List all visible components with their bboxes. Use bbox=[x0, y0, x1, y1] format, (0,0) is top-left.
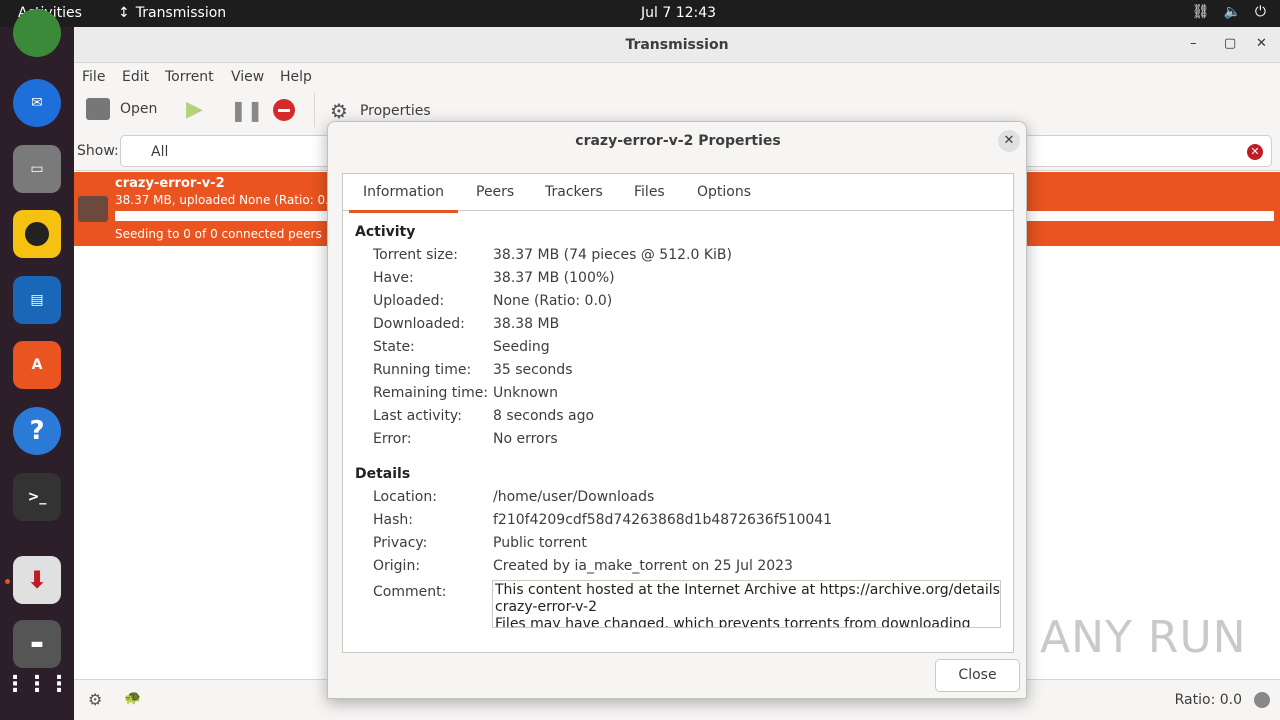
comment-label: Comment: bbox=[373, 584, 447, 600]
dock: ✉ ▭ ▤ A ? >_ ⬇ ▬ ⋮⋮⋮ bbox=[0, 9, 74, 720]
open-label: Open bbox=[120, 101, 158, 117]
origin-label: Origin: bbox=[373, 558, 421, 574]
volume-icon: 🔈 bbox=[1223, 4, 1241, 20]
remove-icon[interactable] bbox=[273, 99, 295, 121]
ratio-icon[interactable] bbox=[1254, 692, 1270, 708]
properties-notebook: Information Peers Trackers Files Options… bbox=[342, 173, 1014, 653]
details-header: Details bbox=[355, 466, 411, 482]
properties-dialog: crazy-error-v-2 Properties ✕ Information… bbox=[327, 121, 1027, 699]
menu-help[interactable]: Help bbox=[280, 69, 312, 85]
menu-bar: File Edit Torrent View Help bbox=[74, 63, 1280, 91]
help-icon[interactable]: ? bbox=[13, 407, 61, 455]
location-label: Location: bbox=[373, 489, 437, 505]
menu-file[interactable]: File bbox=[82, 69, 105, 85]
minimize-button[interactable]: – bbox=[1190, 36, 1197, 51]
downloaded-label: Downloaded: bbox=[373, 316, 465, 332]
window-title: Transmission bbox=[625, 37, 729, 53]
properties-button[interactable]: ⚙ Properties bbox=[330, 99, 431, 123]
error-value: No errors bbox=[493, 431, 558, 447]
torrent-status: Seeding to 0 of 0 connected peers bbox=[115, 227, 322, 241]
uploaded-label: Uploaded: bbox=[373, 293, 445, 309]
privacy-value: Public torrent bbox=[493, 535, 587, 551]
tab-trackers[interactable]: Trackers bbox=[545, 184, 603, 200]
dialog-title: crazy-error-v-2 Properties bbox=[575, 133, 781, 149]
network-icon: ⛓ bbox=[1191, 4, 1210, 20]
transmission-app-icon: ↕ bbox=[118, 5, 130, 21]
torrent-size-value: 38.37 MB (74 pieces @ 512.0 KiB) bbox=[493, 247, 732, 263]
hash-value: f210f4209cdf58d74263868d1b4872636f510041 bbox=[493, 512, 833, 528]
app-menu-label: Transmission bbox=[135, 5, 227, 21]
comment-line: crazy-error-v-2 bbox=[495, 599, 598, 615]
pause-icon[interactable]: ❚❚ bbox=[230, 98, 264, 122]
open-icon bbox=[86, 98, 110, 120]
tab-files[interactable]: Files bbox=[634, 184, 665, 200]
close-window-button[interactable]: ✕ bbox=[1256, 36, 1267, 51]
remaining-time-value: Unknown bbox=[493, 385, 558, 401]
hash-label: Hash: bbox=[373, 512, 413, 528]
window-titlebar[interactable]: Transmission – ▢ ✕ bbox=[74, 27, 1280, 63]
search-input[interactable]: ✕ bbox=[1024, 135, 1272, 167]
watermark-logo: ANY RUN bbox=[1040, 612, 1247, 663]
error-label: Error: bbox=[373, 431, 412, 447]
app-menu[interactable]: ↕ Transmission bbox=[118, 5, 226, 21]
comment-line: This content hosted at the Internet Arch… bbox=[495, 582, 1001, 598]
torrent-name: crazy-error-v-2 bbox=[115, 176, 225, 191]
tab-options[interactable]: Options bbox=[697, 184, 751, 200]
tab-bar: Information Peers Trackers Files Options bbox=[343, 174, 1013, 213]
close-button[interactable]: Close bbox=[935, 659, 1020, 692]
downloaded-value: 38.38 MB bbox=[493, 316, 560, 332]
top-bar: Activities ↕ Transmission Jul 7 12:43 ⛓ … bbox=[0, 0, 1280, 27]
running-time-value: 35 seconds bbox=[493, 362, 573, 378]
ratio-label[interactable]: Ratio: 0.0 bbox=[1175, 692, 1242, 708]
activity-header: Activity bbox=[355, 224, 416, 240]
torrent-info: 38.37 MB, uploaded None (Ratio: 0.0) bbox=[115, 193, 342, 207]
terminal-icon[interactable]: >_ bbox=[13, 473, 61, 521]
running-time-label: Running time: bbox=[373, 362, 472, 378]
start-icon[interactable]: ▶ bbox=[186, 97, 203, 122]
gear-icon: ⚙ bbox=[330, 99, 348, 123]
comment-line: Files may have changed, which prevents t… bbox=[495, 616, 971, 628]
folder-icon bbox=[78, 196, 108, 222]
writer-icon[interactable]: ▤ bbox=[13, 276, 61, 324]
chrome-icon[interactable] bbox=[13, 9, 61, 57]
dialog-close-icon[interactable]: ✕ bbox=[998, 130, 1020, 152]
state-value: Seeding bbox=[493, 339, 550, 355]
active-indicator bbox=[5, 579, 10, 584]
have-label: Have: bbox=[373, 270, 414, 286]
have-value: 38.37 MB (100%) bbox=[493, 270, 615, 286]
remaining-time-label: Remaining time: bbox=[373, 385, 489, 401]
turtle-icon[interactable]: 🐢 bbox=[124, 690, 141, 706]
menu-view[interactable]: View bbox=[231, 69, 264, 85]
transmission-icon[interactable]: ⬇ bbox=[13, 556, 61, 604]
show-label: Show: bbox=[77, 143, 119, 159]
files-icon[interactable]: ▭ bbox=[13, 145, 61, 193]
clear-icon[interactable]: ✕ bbox=[1247, 144, 1263, 160]
preferences-icon[interactable]: ⚙ bbox=[88, 690, 102, 709]
app-grid-icon[interactable]: ⋮⋮⋮ bbox=[4, 660, 70, 708]
power-icon: ⏻ bbox=[1254, 4, 1266, 20]
filter-combo[interactable]: All bbox=[120, 135, 340, 167]
origin-value: Created by ia_make_torrent on 25 Jul 202… bbox=[493, 558, 793, 574]
properties-label: Properties bbox=[359, 103, 431, 119]
open-button[interactable]: Open bbox=[86, 98, 157, 120]
maximize-button[interactable]: ▢ bbox=[1224, 36, 1236, 51]
location-value: /home/user/Downloads bbox=[493, 489, 655, 505]
menu-edit[interactable]: Edit bbox=[122, 69, 149, 85]
thunderbird-icon[interactable]: ✉ bbox=[13, 79, 61, 127]
tab-information[interactable]: Information bbox=[348, 184, 459, 213]
toolbar-separator bbox=[314, 93, 315, 127]
uploaded-value: None (Ratio: 0.0) bbox=[493, 293, 613, 309]
privacy-label: Privacy: bbox=[373, 535, 428, 551]
clock[interactable]: Jul 7 12:43 bbox=[641, 5, 716, 21]
last-activity-value: 8 seconds ago bbox=[493, 408, 595, 424]
software-icon[interactable]: A bbox=[13, 341, 61, 389]
comment-text-area[interactable]: This content hosted at the Internet Arch… bbox=[492, 580, 1001, 628]
last-activity-label: Last activity: bbox=[373, 408, 462, 424]
tab-peers[interactable]: Peers bbox=[476, 184, 514, 200]
state-label: State: bbox=[373, 339, 415, 355]
rhythmbox-icon[interactable] bbox=[13, 210, 61, 258]
menu-torrent[interactable]: Torrent bbox=[165, 69, 214, 85]
torrent-size-label: Torrent size: bbox=[373, 247, 458, 263]
system-tray[interactable]: ⛓ 🔈 ⏻ bbox=[1192, 4, 1266, 20]
